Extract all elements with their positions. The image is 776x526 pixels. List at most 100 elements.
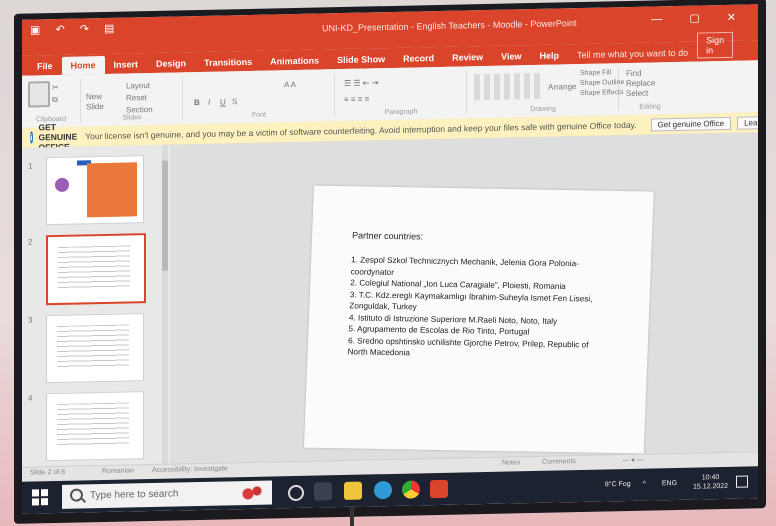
group-clipboard: ✂ ⧉ Clipboard [22, 78, 81, 124]
group-editing: Find Replace Select Editing [620, 66, 680, 111]
group-slides: New Slide Layout Reset Section Slides [82, 76, 183, 123]
tab-home[interactable]: Home [61, 55, 105, 75]
window-controls[interactable]: — ▢ ✕ [651, 11, 748, 26]
partner-list[interactable]: 1. Zespol Szkol Technicznych Mechanik, J… [347, 254, 601, 362]
tab-design[interactable]: Design [147, 54, 195, 73]
comments-button[interactable]: Comments [542, 458, 576, 466]
slide-thumbnail-2[interactable] [46, 233, 146, 306]
taskbar-search-box[interactable]: Type here to search [62, 480, 272, 509]
clock-time: 10:40 [701, 474, 720, 482]
group-label: Drawing [530, 105, 556, 114]
group-label: Font [251, 111, 266, 119]
copy-icon[interactable]: ⧉ [52, 95, 58, 105]
tab-transitions[interactable]: Transitions [195, 53, 261, 72]
slide-counter: Slide 2 of 8 [30, 468, 66, 477]
tv-monitor: ▣ ↶ ↷ ▤ UNI-KD_Presentation - English Te… [14, 0, 766, 524]
shapes-gallery[interactable] [474, 72, 544, 101]
tab-insert[interactable]: Insert [105, 55, 148, 74]
file-explorer-icon[interactable] [344, 481, 362, 500]
slide-thumbnail-3[interactable] [46, 313, 144, 384]
tab-record[interactable]: Record [394, 49, 443, 68]
weather-widget[interactable]: 8°C Fog [605, 481, 631, 489]
scrollbar-thumb[interactable] [162, 160, 168, 271]
quick-access-toolbar[interactable]: ▣ ↶ ↷ ▤ [30, 22, 120, 37]
group-drawing: Arrange Shape Fill Shape Outline Shape E… [468, 67, 624, 115]
cut-icon[interactable]: ✂ [52, 83, 59, 92]
accessibility-status[interactable]: Accessibility: Investigate [152, 465, 228, 474]
group-label: Editing [639, 103, 661, 111]
zoom-slider[interactable]: — ● — [622, 457, 644, 464]
replace-button[interactable]: Replace [626, 78, 655, 88]
thumbnails-scrollbar[interactable] [162, 144, 168, 465]
clock-date: 15.12.2022 [693, 482, 729, 491]
layout-button[interactable]: Layout [126, 81, 150, 91]
arrange-button[interactable]: Arrange [548, 82, 576, 92]
slide-label: Slide [86, 101, 104, 112]
thumbnail-text-lines [58, 245, 130, 291]
windows-start-icon[interactable] [32, 489, 48, 506]
slide-canvas: Partner countries: 1. Zespol Szkol Techn… [170, 132, 758, 465]
slide-title[interactable]: Partner countries: [352, 230, 423, 241]
bullets-icon[interactable]: ☰ ☰ ⇤ ⇥ [344, 78, 378, 88]
italic-button[interactable]: I [208, 98, 210, 107]
thumbnail-text-lines [57, 402, 129, 448]
slide-thumbnail-4[interactable] [46, 391, 144, 462]
tab-file[interactable]: File [28, 57, 62, 76]
sign-in-button[interactable]: Sign in [697, 31, 734, 59]
search-highlight-icon [236, 483, 266, 503]
thumb-number-1: 1 [28, 161, 33, 171]
tab-view[interactable]: View [492, 47, 530, 66]
cortana-icon[interactable] [288, 484, 304, 502]
thumb-number-3: 3 [28, 315, 33, 325]
group-label: Paragraph [384, 108, 418, 117]
align-icon[interactable]: ≡ ≡ ≡ ≡ [344, 94, 369, 104]
notes-button[interactable]: Notes [502, 459, 520, 466]
bold-button[interactable]: B [194, 98, 200, 107]
task-view-icon[interactable] [314, 482, 332, 501]
slide-thumbnail-1[interactable] [46, 155, 144, 226]
slide-thumbnails-pane: 1 2 3 4 [22, 144, 171, 468]
tab-animations[interactable]: Animations [261, 51, 328, 70]
shape-fill-button[interactable]: Shape Fill [580, 69, 611, 77]
find-button[interactable]: Find [626, 69, 642, 78]
search-icon [70, 488, 83, 502]
reset-button[interactable]: Reset [126, 93, 147, 102]
clock[interactable]: 10:40 15.12.2022 [693, 473, 728, 492]
document-title: UNI-KD_Presentation - English Teachers -… [322, 18, 577, 34]
thumb-number-2: 2 [28, 237, 33, 247]
paste-icon[interactable] [28, 81, 50, 108]
tab-help[interactable]: Help [531, 46, 569, 65]
chrome-icon[interactable] [402, 480, 420, 499]
shape-effects-button[interactable]: Shape Effects [580, 89, 623, 97]
notification-center-icon[interactable] [736, 475, 748, 488]
learn-more-button[interactable]: Learn more [737, 115, 758, 130]
orange-title-block [87, 162, 137, 218]
new-slide-button[interactable]: New [86, 92, 102, 101]
get-genuine-office-button[interactable]: Get genuine Office [650, 116, 732, 132]
new-label: New [86, 92, 103, 102]
tab-slide-show[interactable]: Slide Show [328, 50, 394, 69]
language-indicator[interactable]: Romanian [102, 467, 134, 475]
thumbnail-text-lines [57, 324, 129, 370]
group-font: B I U S A A Font [184, 73, 335, 121]
powerpoint-icon[interactable] [430, 479, 448, 499]
thumb-number-4: 4 [28, 393, 33, 403]
search-placeholder: Type here to search [90, 488, 179, 502]
list-item: 6. Sredno opshtinsko uchilishte Gjorche … [347, 335, 589, 358]
powerpoint-window: ▣ ↶ ↷ ▤ UNI-KD_Presentation - English Te… [22, 4, 758, 514]
group-paragraph: ☰ ☰ ⇤ ⇥ ≡ ≡ ≡ ≡ Paragraph [336, 70, 467, 118]
strikethrough-button[interactable]: S [232, 97, 237, 106]
language-indicator[interactable]: ENG [662, 480, 677, 487]
edge-icon[interactable] [374, 480, 392, 500]
system-tray: 8°C Fog ^ ENG 10:40 15.12.2022 [605, 473, 748, 494]
underline-button[interactable]: U [220, 97, 226, 106]
logo-icon [55, 177, 69, 193]
group-label: Slides [122, 114, 142, 122]
tv-stand [350, 506, 354, 526]
tray-chevron-icon[interactable]: ^ [643, 480, 646, 487]
current-slide[interactable]: Partner countries: 1. Zespol Szkol Techn… [303, 185, 654, 454]
shape-outline-button[interactable]: Shape Outline [580, 79, 624, 87]
font-size-grow-icon[interactable]: A A [284, 80, 296, 89]
select-button[interactable]: Select [626, 89, 648, 98]
tab-review[interactable]: Review [443, 48, 492, 67]
